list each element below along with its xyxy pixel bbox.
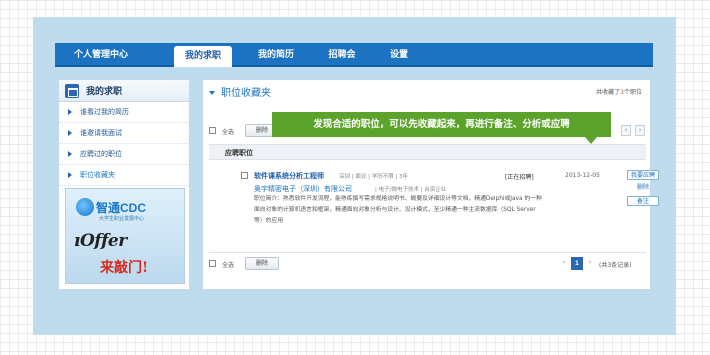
job-description-line: 面向对象的计算机语言和框架，精通面向对象分析与设计、设计模式，至少精通一种主流数… <box>254 207 536 213</box>
company-meta: | 电子/微电子技术 | 台资企业 <box>375 187 447 193</box>
briefcase-icon <box>65 84 79 98</box>
banner-slogan: 来敲门! <box>100 260 149 276</box>
company-link[interactable]: 奥宇精密电子（深圳）有限公司 <box>254 184 352 194</box>
delete-link[interactable]: 删除 <box>627 183 659 193</box>
count-suffix: 个职位 <box>623 89 642 96</box>
sidebar-item-applied-jobs[interactable]: 应聘过的职位 <box>59 144 189 165</box>
select-all-checkbox-bottom[interactable] <box>209 260 216 267</box>
app-frame: 个人管理中心 我的求职 我的简历 招聘会 设置 我的求职 谁看过我的简历 谁邀请… <box>33 17 676 335</box>
promo-banner[interactable]: 智通CDC 大学生职业发展中心 ıOffer 来敲门! <box>65 188 185 284</box>
banner-headline: ıOffer <box>74 231 127 251</box>
sidebar: 我的求职 谁看过我的简历 谁邀请我面试 应聘过的职位 职位收藏夹 智通CDC 大… <box>58 79 190 290</box>
main-panel: 职位收藏夹 共收藏了3个职位 全选 删除 ‹ › 应聘职位 软件课系统分析工程师… <box>202 79 659 290</box>
sidebar-header: 我的求职 <box>59 80 189 102</box>
next-page-arrow-top[interactable]: › <box>635 125 645 136</box>
job-meta: 深圳 | 面议 | 学历不限 | 3年 <box>339 174 409 180</box>
tab-my-resume[interactable]: 我的简历 <box>247 43 305 67</box>
record-summary: (共3条记录) <box>599 262 632 269</box>
select-all-checkbox-top[interactable] <box>209 127 216 134</box>
job-date: 2013-12-05 <box>565 172 600 179</box>
count-prefix: 共收藏了 <box>596 89 621 96</box>
column-job: 应聘职位 <box>225 149 253 157</box>
current-page-number[interactable]: 1 <box>571 257 583 270</box>
note-button[interactable]: 备注 <box>627 196 659 206</box>
tab-personal-center[interactable]: 个人管理中心 <box>67 43 135 67</box>
page-title: 职位收藏夹 <box>209 84 271 99</box>
next-page-arrow-bottom[interactable]: › <box>585 258 595 269</box>
select-all-label-top: 全选 <box>222 129 235 136</box>
job-description: 职位简介：熟悉软件开发流程，能熟练撰写需求规格说明书、概要及详细设计等文档，精通… <box>254 194 542 227</box>
job-description-line: 职位简介：熟悉软件开发流程，能熟练撰写需求规格说明书、概要及详细设计等文档，精通… <box>254 196 542 202</box>
job-status: [正在招聘] <box>505 174 534 181</box>
tab-job-fair[interactable]: 招聘会 <box>317 43 367 67</box>
sidebar-item-who-viewed-resume[interactable]: 谁看过我的简历 <box>59 102 189 123</box>
prev-page-arrow-bottom[interactable]: ‹ <box>559 258 569 269</box>
job-title-link[interactable]: 软件课系统分析工程师 <box>254 171 324 181</box>
tab-settings[interactable]: 设置 <box>379 43 419 67</box>
tab-my-job-search[interactable]: 我的求职 <box>174 46 232 67</box>
sidebar-title: 我的求职 <box>86 87 123 97</box>
cdc-logo-icon <box>76 198 94 216</box>
delete-button-bottom[interactable]: 删除 <box>245 257 280 270</box>
banner-brand: 智通CDC <box>96 201 146 215</box>
job-description-line: 等）的应用 <box>254 218 283 224</box>
prev-page-arrow-top[interactable]: ‹ <box>621 125 631 136</box>
saved-count: 共收藏了3个职位 <box>596 87 642 96</box>
sidebar-item-interview-invites[interactable]: 谁邀请我面试 <box>59 123 189 144</box>
select-all-label-bottom: 全选 <box>222 262 235 269</box>
sidebar-item-saved-jobs[interactable]: 职位收藏夹 <box>59 165 189 186</box>
hint-tooltip: 发现合适的职位，可以先收藏起来，再进行备注、分析或应聘 <box>272 112 611 144</box>
bottom-toolbar: 全选 删除 ‹ 1 › (共3条记录) <box>209 252 646 272</box>
apply-button[interactable]: 我要应聘 <box>627 170 659 180</box>
top-nav: 个人管理中心 我的求职 我的简历 招聘会 设置 <box>55 43 653 67</box>
table-header: 应聘职位 <box>209 144 646 160</box>
banner-brand-sub: 大学生职业发展中心 <box>99 216 145 222</box>
job-checkbox[interactable] <box>241 172 248 179</box>
